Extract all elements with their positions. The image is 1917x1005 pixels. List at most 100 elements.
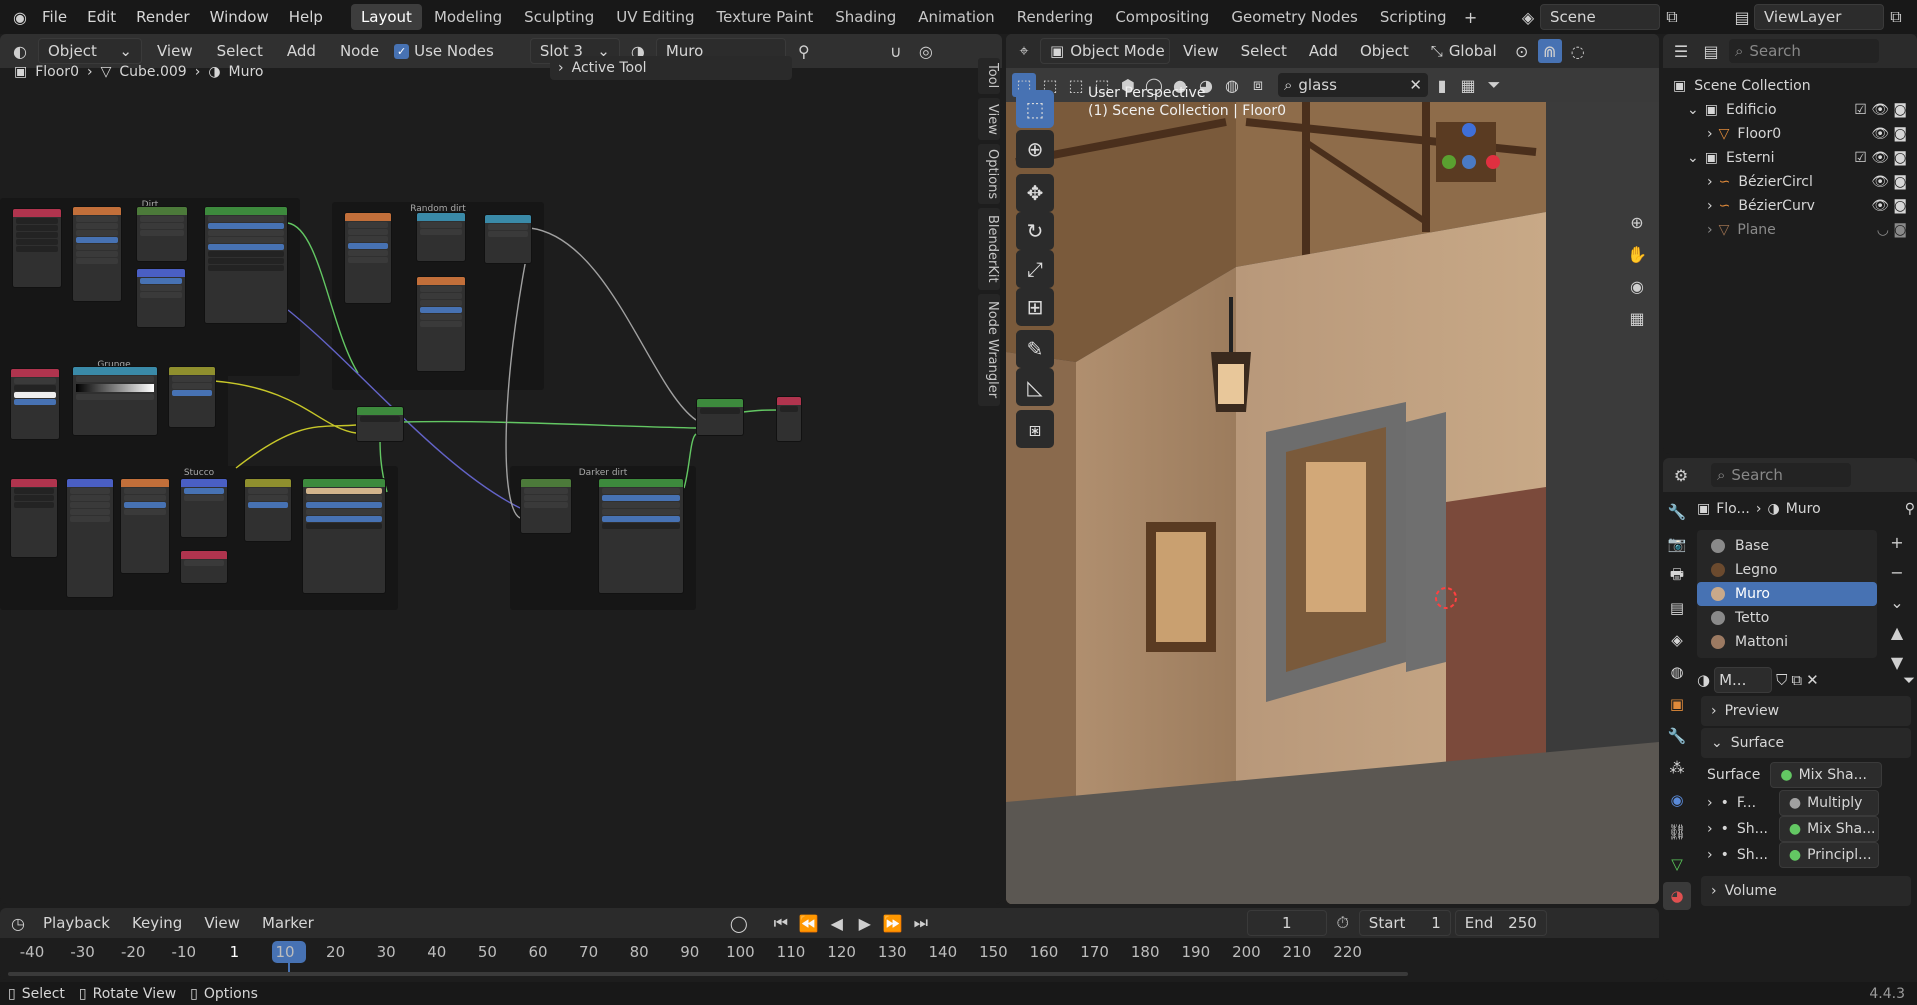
node-texture-coordinate[interactable] — [12, 208, 62, 288]
node-color-ramp[interactable] — [72, 366, 158, 436]
view-layer-tab-icon[interactable]: ▤ — [1663, 594, 1691, 622]
menu-help[interactable]: Help — [279, 0, 333, 34]
select-subtract-icon[interactable]: ⬚ — [1064, 73, 1088, 97]
viewport-search-field[interactable]: ⌕ glass ✕ — [1278, 73, 1428, 97]
fake-user-icon[interactable]: ⛉ — [1776, 671, 1787, 689]
viewport-scene[interactable] — [1006, 102, 1659, 904]
visibility-icons[interactable]: ☑ 👁 ◙ — [1854, 102, 1907, 118]
node-noise-texture[interactable] — [72, 206, 122, 302]
tab-sculpting[interactable]: Sculpting — [514, 4, 604, 30]
timeline-ruler[interactable]: -40 -30 -20 -10 1 10 20 30 40 50 60 70 80 90 100 110 120… — [0, 938, 1659, 978]
tool-annotate-icon[interactable]: ✎ — [1016, 330, 1054, 368]
tool-measure-icon[interactable]: ◺ — [1016, 368, 1054, 406]
tool-cursor-icon[interactable]: ⊕ — [1016, 130, 1054, 168]
node-overlay[interactable] — [168, 366, 216, 428]
menu-playback[interactable]: Playback — [34, 910, 119, 936]
menu-keying[interactable]: Keying — [123, 910, 191, 936]
sidebar-tab-blenderkit[interactable]: BlenderKit — [978, 208, 1000, 290]
menu-add[interactable]: Add — [1300, 38, 1347, 64]
material-slot[interactable]: Mattoni — [1697, 630, 1877, 654]
editor-type-icon[interactable]: ◷ — [6, 911, 30, 935]
outliner-item-scene-collection[interactable]: ▣ Scene Collection — [1667, 74, 1913, 98]
bookmark-icon[interactable]: ▮ — [1430, 73, 1454, 97]
physics-tab-icon[interactable]: ◉ — [1663, 786, 1691, 814]
duplicate-icon[interactable]: ⧉ — [1791, 671, 1802, 689]
use-nodes-checkbox[interactable]: ✓ Use Nodes — [394, 42, 494, 60]
node-principled-bsdf-3[interactable] — [598, 478, 684, 594]
node-texture-coordinate-2[interactable] — [10, 478, 58, 558]
slot-menu-icon[interactable]: ⌄ — [1885, 590, 1909, 614]
play-reverse-icon[interactable]: ◀ — [825, 911, 849, 935]
display-mode-icon[interactable]: ▤ — [1699, 39, 1723, 63]
input-row[interactable]: › • F... ● Multiply — [1697, 790, 1915, 816]
visibility-icons[interactable]: ☑ 👁 ◙ — [1854, 150, 1907, 166]
node-material-output[interactable] — [776, 396, 802, 442]
node-mix-shader[interactable] — [356, 406, 404, 442]
clear-icon[interactable]: ✕ — [1409, 76, 1422, 94]
viewlayer-name[interactable]: ViewLayer — [1754, 4, 1884, 30]
outliner-item-edificio[interactable]: ⌄ ▣ Edificio ☑ 👁 ◙ — [1667, 98, 1913, 122]
layout-icon[interactable]: ▦ — [1456, 73, 1480, 97]
stopwatch-icon[interactable]: ⏱ — [1331, 911, 1355, 935]
output-tab-icon[interactable]: 🖶 — [1663, 562, 1691, 590]
particles-tab-icon[interactable]: ⁂ — [1663, 754, 1691, 782]
input-row[interactable]: › • Sh... ● Principl... — [1697, 842, 1915, 868]
node-mix[interactable] — [244, 478, 292, 542]
visibility-icons[interactable]: ◡ ◙ — [1877, 222, 1907, 238]
end-frame-field[interactable]: End 250 — [1454, 910, 1547, 936]
data-tab-icon[interactable]: ▽ — [1663, 850, 1691, 878]
orientation-dropdown[interactable]: ⤡ Global — [1422, 38, 1506, 64]
filter-icon[interactable]: ⏷ — [1482, 73, 1506, 97]
scene-name[interactable]: Scene — [1540, 4, 1660, 30]
editor-type-icon[interactable]: ⌖ — [1012, 39, 1036, 63]
menu-marker[interactable]: Marker — [253, 910, 323, 936]
visibility-icons[interactable]: 👁 ◙ — [1871, 174, 1907, 190]
outliner-item-plane[interactable]: › ▽ Plane ◡ ◙ — [1667, 218, 1913, 242]
timeline-scrollbar[interactable] — [8, 972, 1408, 976]
menu-window[interactable]: Window — [200, 0, 279, 34]
play-icon[interactable]: ▶ — [853, 911, 877, 935]
overlay-icon[interactable]: ◎ — [914, 39, 938, 63]
visibility-icons[interactable]: 👁 ◙ — [1871, 198, 1907, 214]
chevron-right-icon[interactable]: › — [1707, 198, 1713, 214]
properties-search-field[interactable]: ⌕ Search — [1711, 463, 1851, 487]
material-name-field[interactable]: M... — [1714, 667, 1773, 693]
menu-edit[interactable]: Edit — [77, 0, 126, 34]
ortho-grid-icon[interactable]: ▦ — [1625, 306, 1649, 330]
editor-type-icon[interactable]: ⚙ — [1669, 463, 1693, 487]
outliner-item-esterni[interactable]: ⌄ ▣ Esterni ☑ 👁 ◙ — [1667, 146, 1913, 170]
tool-scale-icon[interactable]: ⤢ — [1016, 250, 1054, 288]
material-slot-active[interactable]: Muro — [1697, 582, 1877, 606]
tab-uv-editing[interactable]: UV Editing — [606, 4, 704, 30]
tab-rendering[interactable]: Rendering — [1007, 4, 1104, 30]
jump-end-icon[interactable]: ⏭ — [909, 911, 933, 935]
properties-editor[interactable]: ⚙ ⌕ Search 🔧 📷 🖶 ▤ ◈ ◍ ▣ 🔧 ⁂ ◉ ⛓ ▽ ◕ ▣ F… — [1663, 458, 1917, 980]
add-slot-icon[interactable]: + — [1885, 530, 1909, 554]
node-mix-shader-2[interactable] — [696, 398, 744, 436]
viewlayer-selector[interactable]: ▤ ViewLayer ⧉ — [1730, 4, 1908, 30]
visibility-icons[interactable]: 👁 ◙ — [1871, 126, 1907, 142]
outliner-item-beziercircle[interactable]: › ∽ BézierCircl 👁 ◙ — [1667, 170, 1913, 194]
current-frame-field[interactable]: 1 — [1246, 910, 1327, 936]
modifier-tab-icon[interactable]: 🔧 — [1663, 722, 1691, 750]
jump-start-icon[interactable]: ⏮ — [769, 911, 793, 935]
material-slot[interactable]: Base — [1697, 534, 1877, 558]
pan-hand-icon[interactable]: ✋ — [1625, 242, 1649, 266]
scene-tab-icon[interactable]: ◈ — [1663, 626, 1691, 654]
chevron-right-icon[interactable]: › — [1707, 174, 1713, 190]
new-viewlayer-icon[interactable]: ⧉ — [1884, 5, 1908, 29]
snap-icon[interactable]: ∪ — [884, 39, 908, 63]
proportional-edit-icon[interactable]: ◌ — [1566, 39, 1590, 63]
active-tool-panel[interactable]: › Active Tool — [550, 56, 792, 80]
object-dropdown[interactable]: Object ⌄ — [38, 38, 142, 64]
node-ambient-occlusion[interactable] — [10, 368, 60, 440]
chevron-down-icon[interactable]: ⌄ — [1687, 102, 1699, 118]
menu-node[interactable]: Node — [331, 38, 388, 64]
start-frame-field[interactable]: Start 1 — [1358, 910, 1451, 936]
sidebar-tab-tool[interactable]: Tool — [978, 58, 1000, 94]
editor-type-icon[interactable]: ☰ — [1669, 39, 1693, 63]
material-slot[interactable]: Tetto — [1697, 606, 1877, 630]
material-browse-icon[interactable]: ◑ — [1697, 671, 1710, 689]
tab-modeling[interactable]: Modeling — [424, 4, 512, 30]
render-tab-icon[interactable]: 📷 — [1663, 530, 1691, 558]
